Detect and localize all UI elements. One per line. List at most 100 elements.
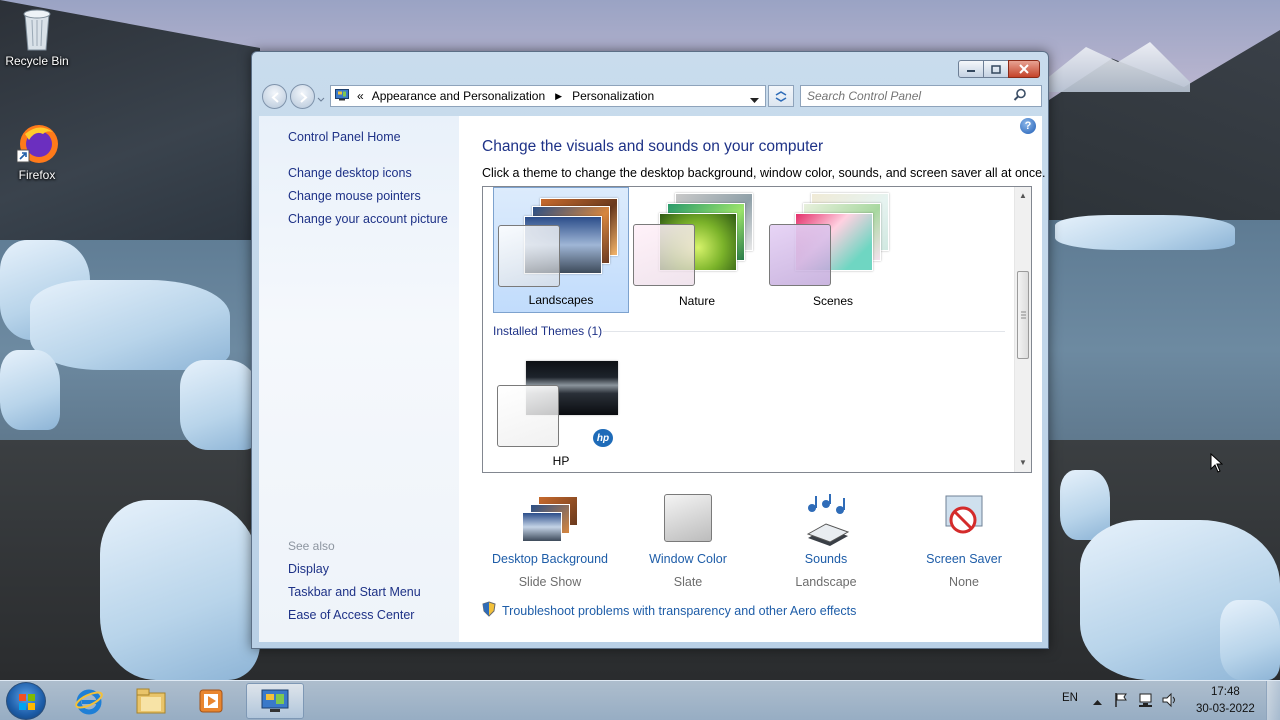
desktop-icon-recycle-bin[interactable]: Recycle Bin	[1, 6, 73, 68]
sidebar: Control Panel Home Change desktop icons …	[259, 116, 459, 642]
desktop-icon-label: Recycle Bin	[5, 54, 69, 68]
show-hidden-icons-button[interactable]	[1093, 695, 1102, 709]
theme-scenes[interactable]: Scenes	[765, 187, 901, 313]
theme-list: Landscapes Nature Scenes Installed Theme…	[482, 186, 1032, 473]
control-panel-icon	[335, 88, 349, 104]
language-indicator[interactable]: EN	[1062, 692, 1078, 704]
taskbar-file-explorer[interactable]	[122, 683, 180, 719]
clock-date[interactable]: 30-03-2022	[1196, 703, 1255, 715]
troubleshoot-aero-link[interactable]: Troubleshoot problems with transparency …	[482, 601, 856, 620]
search-icon[interactable]	[1013, 88, 1027, 105]
address-bar[interactable]: « Appearance and Personalization ▶ Perso…	[330, 85, 766, 107]
volume-icon[interactable]	[1161, 692, 1179, 711]
action-center-flag-icon[interactable]	[1114, 692, 1128, 711]
breadcrumb-separator-icon[interactable]: ▶	[555, 91, 562, 102]
scrollbar-thumb[interactable]	[1017, 271, 1029, 359]
clock-time[interactable]: 17:48	[1211, 686, 1240, 698]
desktop-background-icon	[520, 494, 580, 546]
scroll-down-arrow-icon[interactable]: ▼	[1019, 458, 1027, 467]
sidebar-link-control-panel-home[interactable]: Control Panel Home	[288, 130, 401, 144]
breadcrumb-item[interactable]: Personalization	[572, 89, 654, 103]
screen-saver-link[interactable]: Screen Saver	[899, 552, 1029, 566]
breadcrumb-overflow[interactable]: «	[357, 89, 364, 103]
media-player-icon	[199, 689, 223, 713]
personalization-window: « Appearance and Personalization ▶ Perso…	[251, 51, 1049, 649]
desktop-background-link[interactable]: Desktop Background	[485, 552, 615, 566]
window-color-link[interactable]: Window Color	[623, 552, 753, 566]
theme-label: HP	[552, 454, 570, 468]
taskbar-media-player[interactable]	[182, 683, 240, 719]
theme-label: Scenes	[812, 294, 854, 308]
start-button[interactable]	[6, 682, 46, 720]
chevron-down-icon	[750, 98, 759, 103]
recent-pages-dropdown[interactable]	[317, 92, 325, 106]
theme-label: Landscapes	[528, 293, 594, 307]
caption-buttons	[958, 60, 1040, 78]
firefox-icon	[16, 120, 58, 164]
sounds-link[interactable]: Sounds	[761, 552, 891, 566]
window-color-icon	[658, 494, 718, 546]
help-icon[interactable]: ?	[1020, 118, 1036, 134]
taskbar: EN 17:48 30-03-2022	[0, 680, 1280, 720]
theme-label: Nature	[678, 294, 716, 308]
forward-arrow-icon	[300, 92, 308, 103]
search-box	[800, 85, 1042, 107]
troubleshoot-label: Troubleshoot problems with transparency …	[502, 603, 857, 618]
chevron-up-icon	[1093, 700, 1102, 705]
theme-color-swatch	[497, 385, 559, 447]
taskbar-control-panel[interactable]	[246, 683, 304, 719]
desktop-icon-firefox[interactable]: Firefox	[1, 120, 73, 182]
sounds-icon	[796, 494, 856, 546]
control-panel-icon	[261, 689, 289, 712]
show-desktop-button[interactable]	[1266, 681, 1280, 720]
breadcrumb-item[interactable]: Appearance and Personalization	[372, 89, 545, 103]
folder-icon	[136, 688, 166, 714]
screen-saver-value: None	[949, 575, 979, 589]
window-color-value: Slate	[673, 575, 703, 589]
maximize-button[interactable]	[983, 60, 1009, 78]
theme-nature[interactable]: Nature	[629, 187, 765, 313]
network-icon[interactable]	[1138, 692, 1154, 711]
taskbar-internet-explorer[interactable]	[60, 683, 118, 719]
scroll-up-arrow-icon[interactable]: ▲	[1019, 191, 1027, 200]
sidebar-link-mouse-pointers[interactable]: Change mouse pointers	[288, 189, 421, 203]
back-button[interactable]	[262, 84, 287, 109]
theme-landscapes[interactable]: Landscapes	[493, 187, 629, 313]
sidebar-link-desktop-icons[interactable]: Change desktop icons	[288, 166, 412, 180]
navigation-bar: « Appearance and Personalization ▶ Perso…	[260, 82, 1042, 110]
theme-list-scrollbar[interactable]: ▲ ▼	[1014, 187, 1031, 472]
window-color-option[interactable]: Window Color Slate	[623, 494, 753, 589]
refresh-button[interactable]	[768, 85, 794, 107]
mouse-cursor-icon	[1210, 452, 1224, 476]
search-input[interactable]	[801, 89, 1013, 103]
see-also-link-display[interactable]: Display	[288, 562, 329, 576]
minimize-button[interactable]	[958, 60, 984, 78]
theme-color-swatch	[769, 224, 831, 286]
sounds-option[interactable]: Sounds Landscape	[761, 494, 891, 589]
see-also-heading: See also	[288, 539, 335, 553]
refresh-icon	[775, 91, 787, 102]
minimize-icon	[967, 70, 975, 72]
close-icon	[1019, 64, 1029, 74]
shield-icon	[482, 601, 496, 620]
desktop-background-value: Slide Show	[518, 575, 582, 589]
page-title: Change the visuals and sounds on your co…	[482, 138, 824, 155]
desktop-background-option[interactable]: Desktop Background Slide Show	[485, 494, 615, 589]
back-arrow-icon	[271, 92, 279, 103]
maximize-icon	[991, 64, 1001, 74]
desktop-icon-label: Firefox	[18, 168, 56, 182]
divider	[603, 331, 1005, 332]
screen-saver-option[interactable]: Screen Saver None	[899, 494, 1029, 589]
recycle-bin-icon	[17, 6, 57, 51]
theme-color-swatch	[498, 225, 560, 287]
sounds-value: Landscape	[795, 575, 857, 589]
address-dropdown-button[interactable]	[750, 93, 759, 107]
see-also-link-ease-of-access[interactable]: Ease of Access Center	[288, 608, 414, 622]
screen-saver-icon	[934, 494, 994, 546]
theme-hp[interactable]: hp HP	[493, 347, 629, 472]
sidebar-link-account-picture[interactable]: Change your account picture	[288, 212, 448, 226]
close-button[interactable]	[1008, 60, 1040, 78]
hp-logo-icon: hp	[593, 429, 613, 447]
forward-button[interactable]	[290, 84, 315, 109]
see-also-link-taskbar[interactable]: Taskbar and Start Menu	[288, 585, 421, 599]
